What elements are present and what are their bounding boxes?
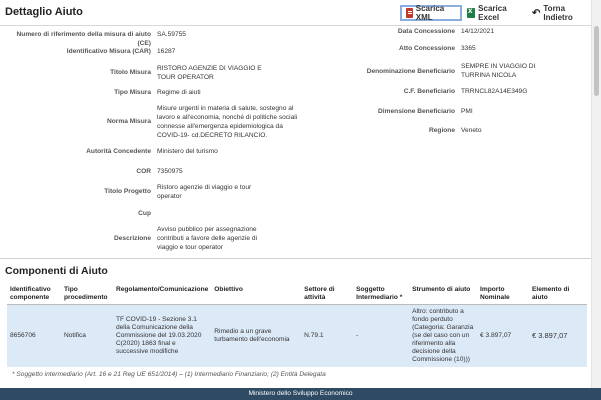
data-concessione-label: Data Concessione: [397, 28, 455, 35]
data-concessione-value: 14/12/2021: [461, 28, 495, 35]
descrizione-value: Avviso pubblico per assegnazione contrib…: [157, 226, 258, 251]
column-header: Importo Nominale: [477, 284, 529, 305]
cup-label: Cup: [138, 210, 151, 217]
cell-strumento: Altro: contributo a fondo perduto (Categ…: [409, 304, 478, 367]
numero-riferimento-label: Numero di riferimento della misura di ai…: [16, 31, 151, 47]
scrollbar-thumb[interactable]: [594, 26, 599, 96]
tipo-misura-label: Tipo Misura: [114, 89, 151, 96]
numero-riferimento-value: SA.59755: [157, 31, 186, 38]
table-row[interactable]: 8656706 Notifica TF COVID-19 - Sezione 3…: [7, 304, 587, 367]
back-button[interactable]: ↶ Torna Indietro: [530, 4, 590, 22]
components-title: Componenti di Aiuto: [5, 265, 108, 277]
descrizione-label: Descrizione: [113, 235, 151, 242]
cell-settore: N.79.1: [301, 304, 354, 367]
regione-value: Veneto: [461, 127, 482, 134]
denominazione-label: Denominazione Beneficiario: [366, 68, 455, 75]
detail-header: Dettaglio Aiuto Scarica XML Scarica Exce…: [0, 0, 591, 26]
footnote: * Soggetto intermediario (Art. 16 e 21 R…: [12, 371, 326, 378]
document-icon: [406, 8, 413, 18]
cor-value: 7350975: [157, 168, 183, 175]
cell-soggetto: -: [353, 304, 410, 367]
column-header: Obiettivo: [211, 284, 302, 305]
vertical-scrollbar[interactable]: [591, 0, 601, 388]
cor-label: COR: [136, 168, 151, 175]
autorita-value: Ministero del turismo: [157, 148, 218, 155]
norma-misura-value: Misure urgenti in materia di salute, sos…: [157, 105, 298, 139]
cf-label: C.F. Beneficiario: [403, 88, 455, 95]
tipo-misura-value: Regime di aiuti: [157, 89, 201, 96]
titolo-progetto-value: Ristoro agenzie di viaggio e tour operat…: [157, 184, 252, 200]
titolo-misura-label: Titolo Misura: [110, 69, 151, 76]
page-title: Dettaglio Aiuto: [5, 6, 83, 18]
cell-obiettivo: Rimedio a un grave turbamento dell'econo…: [211, 304, 302, 367]
cell-regolamento: TF COVID-19 - Sezione 3.1 della Comunica…: [112, 304, 212, 367]
dimensione-label: Dimensione Beneficiario: [378, 108, 455, 115]
cell-tipo: Notifica: [60, 304, 113, 367]
regione-label: Regione: [428, 127, 455, 134]
atto-concessione-label: Atto Concessione: [398, 45, 455, 52]
titolo-misura-value: RISTORO AGENZIE DI VIAGGIO E TOUR OPERAT…: [157, 65, 262, 81]
column-header: Soggetto Intermediario *: [353, 284, 410, 305]
cf-value: TRRNCL82A14E349G: [461, 88, 528, 95]
car-value: 16287: [157, 48, 176, 55]
section-divider: [0, 258, 591, 259]
atto-concessione-value: 3365: [461, 45, 476, 52]
excel-icon: [467, 6, 476, 18]
column-header: Tipo procedimento: [60, 284, 113, 305]
download-xml-button[interactable]: Scarica XML: [400, 4, 462, 22]
titolo-progetto-label: Titolo Progetto: [104, 188, 151, 195]
column-header: Identificativo componente: [7, 284, 61, 305]
components-table: Identificativo componente Tipo procedime…: [7, 284, 587, 367]
denominazione-value: SEMPRE IN VIAGGIO DI TURRINA NICOLA: [461, 63, 536, 79]
column-header: Strumento di aiuto: [409, 284, 478, 305]
cell-importo: € 3.897,07: [477, 304, 529, 367]
download-excel-button[interactable]: Scarica Excel: [465, 4, 527, 22]
back-arrow-icon: ↶: [532, 7, 541, 19]
table-header-row: Identificativo componente Tipo procedime…: [7, 284, 587, 305]
norma-misura-label: Norma Misura: [107, 118, 151, 125]
back-label: Torna Indietro: [543, 4, 573, 22]
column-header: Regolamento/Comunicazione: [112, 284, 212, 305]
car-label: Identificativo Misura (CAR): [66, 48, 151, 55]
download-xml-label: Scarica XML: [415, 4, 445, 22]
cell-elemento: € 3.897,07: [528, 304, 587, 367]
download-excel-label: Scarica Excel: [478, 4, 507, 22]
site-footer: Ministero dello Sviluppo Economico: [0, 388, 601, 400]
column-header: Elemento di aiuto: [528, 284, 587, 305]
column-header: Settore di attività: [301, 284, 354, 305]
cell-id: 8656706: [7, 304, 61, 367]
autorita-label: Autorità Concedente: [86, 148, 151, 155]
dimensione-value: PMI: [461, 108, 473, 115]
